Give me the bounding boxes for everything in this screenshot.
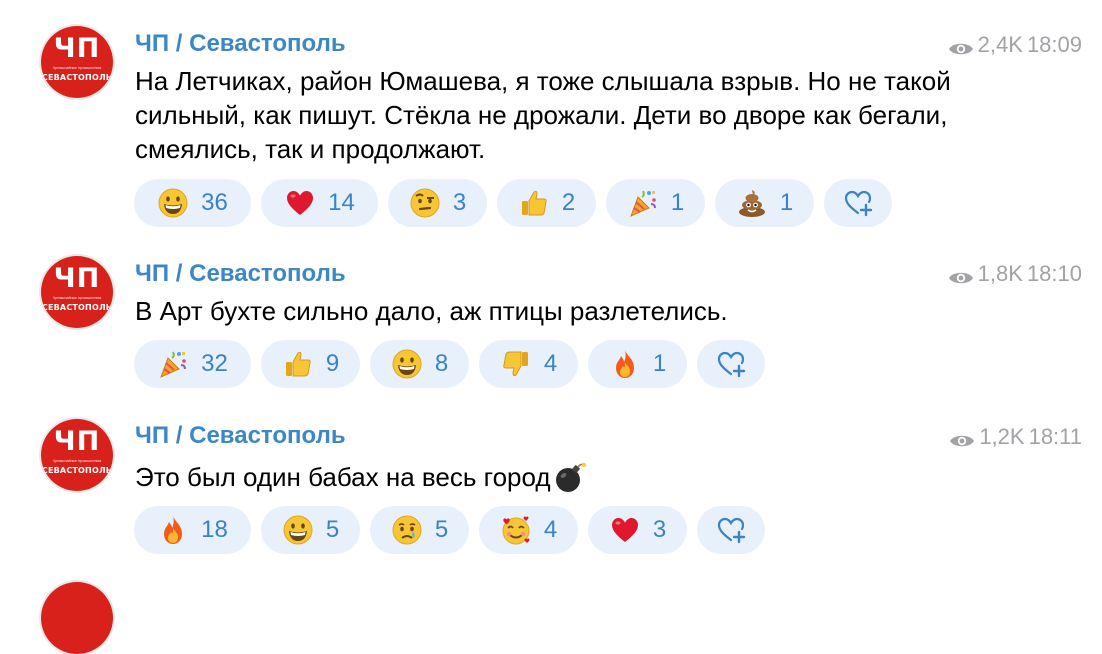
views-eye-icon [949,429,975,447]
channel-avatar[interactable]: ЧП Чрезвычайные происшествия СЕВАСТОПОЛЬ [41,419,113,491]
message-meta: 1,2K 18:11 [949,424,1082,450]
reaction-count: 4 [543,516,558,543]
grinning-face-icon [157,187,189,219]
fire-icon [609,348,641,380]
reaction-pill[interactable]: 5 [261,506,360,554]
red-heart-icon [284,187,316,219]
grinning-face-icon [391,348,423,380]
party-popper-icon [627,187,659,219]
grinning-face-icon [282,514,314,546]
avatar-city: СЕВАСТОПОЛЬ [41,303,113,312]
view-count: 1,8K [977,261,1023,286]
thumbs-up-icon [518,187,550,219]
view-count: 1,2K [979,424,1025,449]
message-time: 18:11 [1028,424,1082,449]
reaction-pill[interactable]: 18 [134,506,251,554]
reaction-count: 8 [434,350,449,377]
add-reaction-button[interactable] [697,340,765,388]
reaction-count: 5 [434,516,449,543]
message-time: 18:09 [1026,32,1082,57]
pile-of-poo-icon [736,187,768,219]
reaction-pill[interactable]: 36 [134,179,251,227]
add-reaction-button[interactable] [824,179,892,227]
message-text-body: Это был один бабах на весь город [135,462,551,492]
reactions-bar: 32 9 8 4 1 [134,340,765,388]
reaction-pill[interactable]: 5 [370,506,469,554]
party-popper-icon [157,348,189,380]
channel-avatar[interactable]: ЧП Чрезвычайные происшествия СЕВАСТОПОЛЬ [41,26,113,98]
reaction-count: 1 [652,350,667,377]
thumbs-up-icon [282,348,314,380]
reaction-count: 1 [779,189,794,216]
reaction-pill[interactable]: 4 [479,506,578,554]
reaction-pill[interactable]: 1 [715,179,814,227]
reaction-pill[interactable]: 2 [497,179,596,227]
reaction-count: 3 [652,516,667,543]
avatar-logo-text: ЧП [53,263,101,294]
heart-plus-icon [842,187,874,219]
reaction-pill[interactable]: 9 [261,340,360,388]
message-text: В Арт бухте сильно дало, аж птицы разлет… [135,296,728,326]
fire-icon [157,514,189,546]
reaction-count: 5 [325,516,340,543]
views-eye-icon [948,37,974,55]
smiling-face-with-hearts-icon [500,514,532,546]
reaction-count: 4 [543,350,558,377]
heart-plus-icon [715,348,747,380]
view-count: 2,4K [977,32,1023,57]
reaction-count: 3 [452,189,467,216]
bomb-icon [553,461,586,493]
reactions-bar: 18 5 5 4 3 [134,506,765,554]
author-name[interactable]: ЧП / Севастополь [135,422,346,450]
reaction-count: 2 [561,189,576,216]
crying-face-icon [391,514,423,546]
avatar-city: СЕВАСТОПОЛЬ [41,466,113,475]
reaction-count: 32 [201,350,228,377]
message-meta: 1,8K 18:10 [948,261,1082,287]
reaction-count: 36 [201,189,228,216]
reaction-count: 18 [201,516,228,543]
reactions-bar: 36 14 3 2 1 1 [134,179,892,227]
avatar-tagline: Чрезвычайные происшествия [52,66,102,70]
reaction-count: 9 [325,350,340,377]
add-reaction-button[interactable] [697,506,765,554]
author-name[interactable]: ЧП / Севастополь [135,260,346,288]
avatar-city: СЕВАСТОПОЛЬ [41,73,113,82]
reaction-count: 1 [670,189,685,216]
reaction-pill[interactable]: 1 [588,340,687,388]
reaction-pill[interactable]: 8 [370,340,469,388]
thumbs-down-icon [500,348,532,380]
red-heart-icon [609,514,641,546]
channel-avatar-partial[interactable] [41,582,113,654]
message-text: На Летчиках, район Юмашева, я тоже слыша… [135,66,951,164]
message-time: 18:10 [1026,261,1082,286]
message-meta: 2,4K 18:09 [948,32,1082,58]
reaction-pill[interactable]: 3 [588,506,687,554]
reaction-pill[interactable]: 32 [134,340,251,388]
avatar-tagline: Чрезвычайные происшествия [52,459,102,463]
avatar-logo-text: ЧП [53,426,101,457]
views-eye-icon [948,266,974,284]
channel-avatar[interactable]: ЧП Чрезвычайные происшествия СЕВАСТОПОЛЬ [41,256,113,328]
reaction-pill[interactable]: 1 [606,179,705,227]
reaction-pill[interactable]: 14 [261,179,378,227]
face-with-raised-eyebrow-icon [409,187,441,219]
avatar-logo-text: ЧП [53,33,101,64]
heart-plus-icon [715,514,747,546]
avatar-tagline: Чрезвычайные происшествия [52,296,102,300]
reaction-pill[interactable]: 3 [388,179,487,227]
reaction-pill[interactable]: 4 [479,340,578,388]
author-name[interactable]: ЧП / Севастополь [135,30,346,58]
message-text: Это был один бабах на весь город [135,460,995,494]
reaction-count: 14 [328,189,355,216]
